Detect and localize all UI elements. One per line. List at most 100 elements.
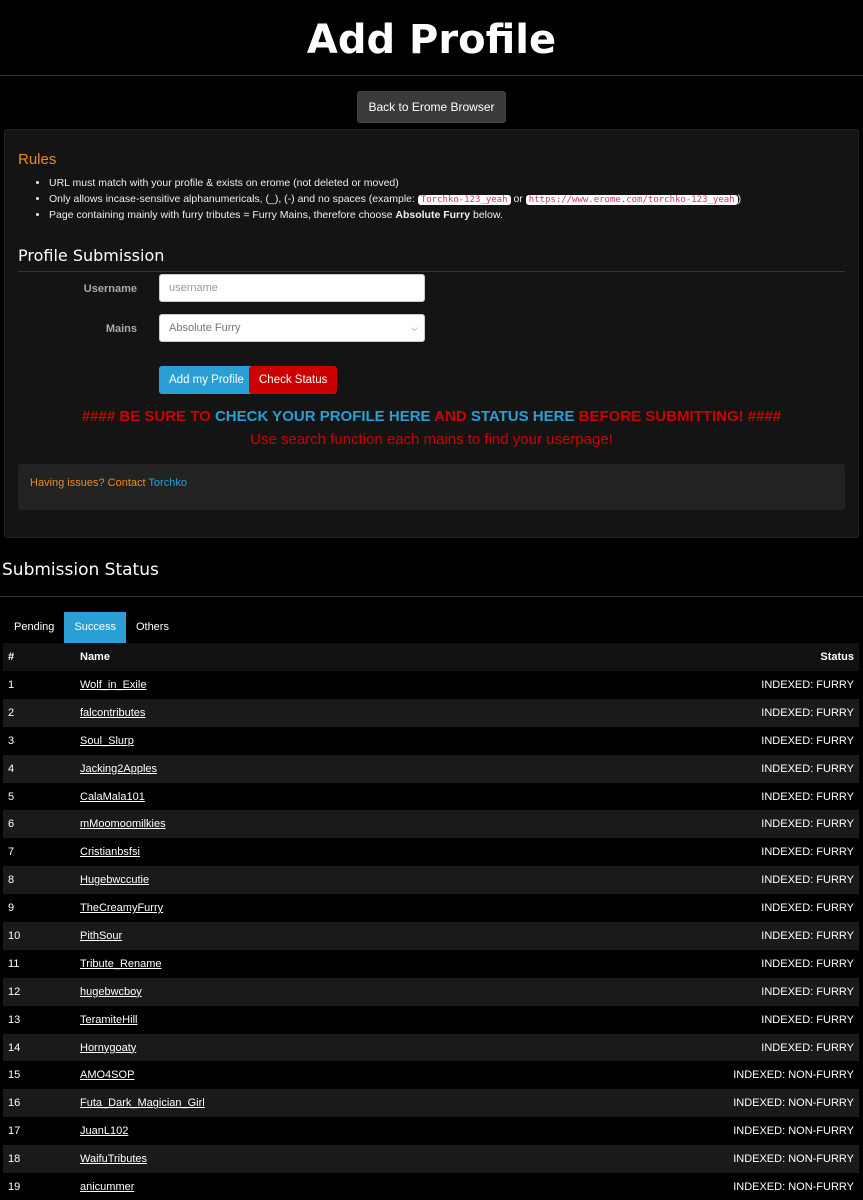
profile-link[interactable]: Futa_Dark_Magician_Girl: [80, 1097, 205, 1109]
table-row: 6 mMoomoomilkies INDEXED: FURRY: [3, 810, 859, 839]
issues-box: Having issues? Contact Torchko: [18, 464, 845, 510]
profile-link[interactable]: Tribute_Rename: [80, 958, 162, 970]
profile-link[interactable]: Cristianbsfsi: [80, 846, 140, 858]
row-status: INDEXED: FURRY: [472, 671, 859, 699]
table-row: 4 Jacking2Apples INDEXED: FURRY: [3, 754, 859, 783]
mains-select[interactable]: Absolute Furry ⌵: [159, 314, 425, 342]
table-row: 11 Tribute_Rename INDEXED: FURRY: [3, 949, 859, 978]
row-status: INDEXED: NON-FURRY: [472, 1089, 859, 1118]
profile-link[interactable]: JuanL102: [80, 1125, 128, 1137]
row-number: 11: [3, 949, 75, 978]
row-number: 16: [3, 1089, 75, 1118]
row-name-cell: Tribute_Rename: [75, 949, 473, 978]
tab-others[interactable]: Others: [126, 612, 179, 643]
table-row: 19 anicummer INDEXED: NON-FURRY: [3, 1173, 859, 1200]
back-button[interactable]: Back to Erome Browser: [357, 91, 506, 123]
table-row: 15 AMO4SOP INDEXED: NON-FURRY: [3, 1061, 859, 1090]
row-number: 2: [3, 698, 75, 727]
profile-link[interactable]: falcontributes: [80, 707, 145, 719]
profile-link[interactable]: TeramiteHill: [80, 1014, 137, 1026]
profile-link[interactable]: Hugebwccutie: [80, 874, 149, 886]
table-header-row: # Name Status: [3, 643, 859, 671]
mains-selected-value: Absolute Furry: [169, 322, 241, 334]
rule-item: URL must match with your profile & exist…: [49, 176, 741, 192]
profile-link[interactable]: anicummer: [80, 1181, 134, 1193]
username-input[interactable]: username: [159, 274, 425, 302]
row-number: 18: [3, 1145, 75, 1174]
row-name-cell: JuanL102: [75, 1117, 473, 1146]
row-number: 5: [3, 782, 75, 811]
row-name-cell: PithSour: [75, 922, 473, 950]
profile-link[interactable]: mMoomoomilkies: [80, 818, 166, 830]
row-number: 14: [3, 1033, 75, 1062]
column-header-name: Name: [75, 643, 473, 671]
status-table: # Name Status 1 Wolf_in_Exile INDEXED: FUR…: [3, 643, 859, 1200]
example-code-url: https://www.erome.com/torchko-123_yeah: [525, 194, 738, 205]
profile-link[interactable]: Wolf_in_Exile: [80, 679, 146, 691]
status-title: Submission Status: [2, 560, 159, 580]
row-status: INDEXED: FURRY: [472, 782, 859, 811]
profile-link[interactable]: hugebwcboy: [80, 986, 142, 998]
table-row: 16 Futa_Dark_Magician_Girl INDEXED: NON-FU…: [3, 1089, 859, 1118]
row-number: 10: [3, 922, 75, 950]
row-status: INDEXED: FURRY: [472, 726, 859, 755]
table-row: 12 hugebwcboy INDEXED: FURRY: [3, 977, 859, 1006]
contact-link[interactable]: Torchko: [148, 477, 187, 489]
page-title: Add Profile: [306, 17, 557, 63]
row-number: 8: [3, 866, 75, 895]
row-status: INDEXED: FURRY: [472, 866, 859, 895]
check-profile-link[interactable]: CHECK YOUR PROFILE HERE: [215, 408, 431, 425]
row-number: 12: [3, 977, 75, 1006]
example-code: Torchko-123_yeah: [417, 194, 511, 205]
rule-text: below.: [470, 209, 503, 221]
row-status: INDEXED: FURRY: [472, 810, 859, 839]
row-name-cell: Futa_Dark_Magician_Girl: [75, 1089, 473, 1118]
row-status: INDEXED: FURRY: [472, 698, 859, 727]
mains-label: Mains: [105, 323, 137, 335]
row-number: 3: [3, 726, 75, 755]
row-status: INDEXED: FURRY: [472, 977, 859, 1006]
table-row: 9 TheCreamyFurry INDEXED: FURRY: [3, 894, 859, 923]
tab-pending[interactable]: Pending: [4, 612, 64, 643]
row-status: INDEXED: FURRY: [472, 1005, 859, 1034]
row-name-cell: TheCreamyFurry: [75, 894, 473, 923]
back-button-wrap: Back to Erome Browser: [0, 91, 863, 123]
row-status: INDEXED: FURRY: [472, 1033, 859, 1062]
warning-line: #### BE SURE TO CHECK YOUR PROFILE HERE …: [5, 408, 858, 425]
rule-text: URL must match with your profile & exist…: [49, 177, 399, 189]
row-name-cell: CalaMala101: [75, 782, 473, 811]
profile-link[interactable]: PithSour: [80, 930, 122, 942]
table-row: 14 Hornygoaty INDEXED: FURRY: [3, 1033, 859, 1062]
status-divider: [0, 596, 863, 597]
row-name-cell: Hugebwccutie: [75, 866, 473, 895]
row-number: 9: [3, 894, 75, 923]
row-number: 15: [3, 1061, 75, 1090]
row-name-cell: Soul_Slurp: [75, 726, 473, 755]
profile-link[interactable]: TheCreamyFurry: [80, 902, 163, 914]
form-title: Profile Submission: [18, 246, 165, 265]
row-status: INDEXED: NON-FURRY: [472, 1061, 859, 1090]
table-row: 18 WaifuTributes INDEXED: NON-FURRY: [3, 1145, 859, 1174]
row-status: INDEXED: FURRY: [472, 838, 859, 867]
rule-text: Only allows incase-sensitive alphanumeri…: [49, 192, 418, 205]
tab-success[interactable]: Success: [64, 612, 126, 643]
profile-link[interactable]: Soul_Slurp: [80, 735, 134, 747]
table-row: 10 PithSour INDEXED: FURRY: [3, 922, 859, 950]
row-name-cell: AMO4SOP: [75, 1061, 473, 1090]
profile-link[interactable]: AMO4SOP: [80, 1069, 134, 1081]
rules-title: Rules: [18, 151, 57, 168]
profile-link[interactable]: Jacking2Apples: [80, 763, 157, 775]
rules-list: URL must match with your profile & exist…: [35, 176, 741, 224]
check-status-button[interactable]: Check Status: [249, 366, 338, 394]
add-profile-button[interactable]: Add my Profile: [159, 366, 254, 394]
profile-link[interactable]: WaifuTributes: [80, 1153, 147, 1165]
profile-link[interactable]: CalaMala101: [80, 791, 145, 803]
row-status: INDEXED: FURRY: [472, 949, 859, 978]
row-number: 13: [3, 1005, 75, 1034]
rule-text: Page containing mainly with furry tribut…: [49, 209, 396, 221]
table-row: 1 Wolf_in_Exile INDEXED: FURRY: [3, 671, 859, 699]
status-link[interactable]: STATUS HERE: [471, 408, 575, 425]
profile-link[interactable]: Hornygoaty: [80, 1042, 136, 1054]
rule-text: or: [510, 192, 526, 205]
warning-text: BEFORE SUBMITTING! ####: [574, 408, 782, 425]
